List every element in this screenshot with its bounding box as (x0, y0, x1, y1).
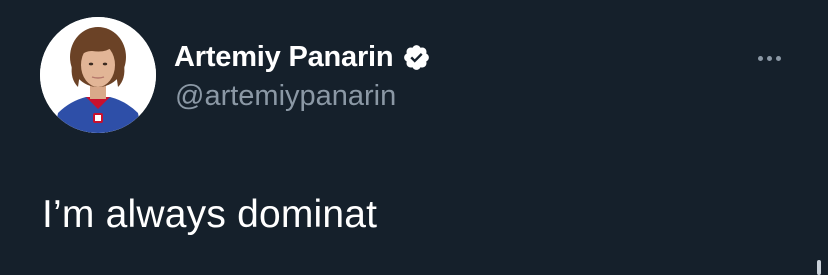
dot (775, 55, 781, 61)
dot (766, 55, 772, 61)
dot (757, 55, 763, 61)
verified-badge-icon (402, 43, 431, 72)
author-display-name[interactable]: Artemiy Panarin (174, 41, 394, 74)
avatar[interactable] (40, 17, 156, 133)
tweet: Artemiy Panarin @artemiypanarin I’m alwa… (0, 0, 828, 275)
author-name-row: Artemiy Panarin (174, 37, 431, 77)
scrollbar-thumb[interactable] (817, 260, 821, 275)
tweet-text: I’m always dominat (42, 193, 378, 236)
author-handle[interactable]: @artemiypanarin (175, 80, 396, 113)
ellipsis-icon[interactable] (748, 46, 790, 70)
avatar-photo (40, 17, 156, 133)
